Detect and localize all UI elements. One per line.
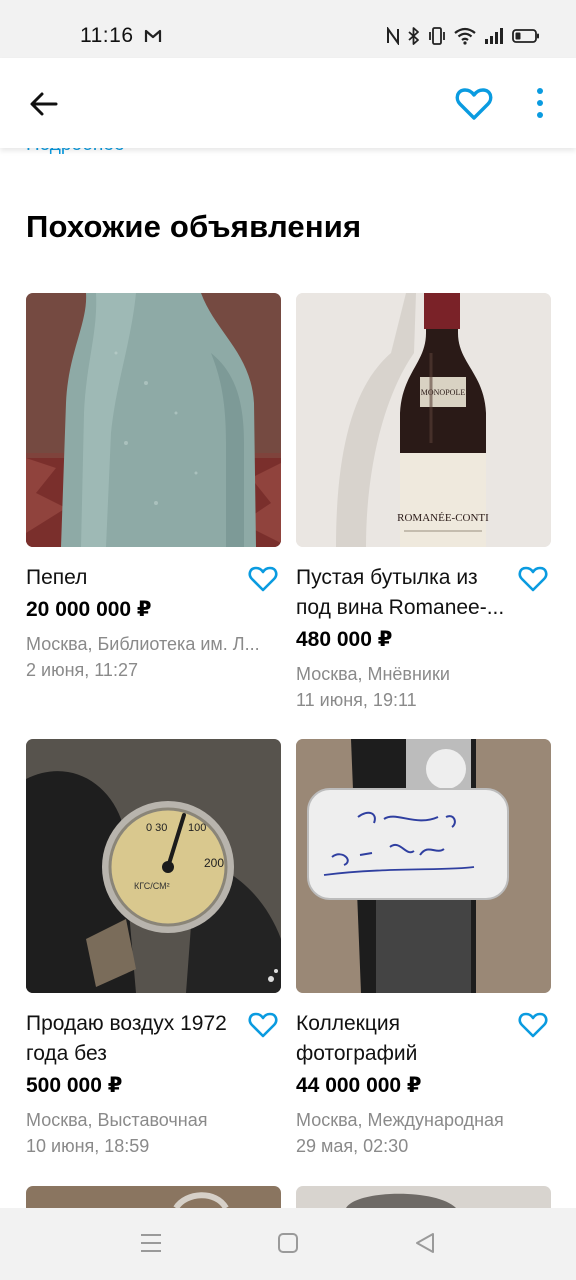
listing-price: 20 000 000 ₽	[26, 598, 152, 621]
listing-card[interactable]: Пепел 20 000 000 ₽ Москва, Библиотека им…	[26, 293, 281, 683]
listing-location: Москва, Международная	[296, 1110, 504, 1130]
listing-price: 44 000 000 ₽	[296, 1074, 422, 1097]
listing-card[interactable]	[296, 1186, 551, 1208]
listing-photo[interactable]	[296, 739, 551, 993]
nfc-icon	[387, 27, 399, 45]
listing-card[interactable]: Коллекция фотографий 44 000 000 ₽ Москва…	[296, 739, 551, 1159]
listing-photo[interactable]: ROMANÉE-CONTI MONOPOLE	[296, 293, 551, 547]
system-nav-bar	[0, 1208, 576, 1280]
more-vertical-icon[interactable]	[530, 86, 550, 120]
listing-photo[interactable]	[296, 1186, 551, 1208]
svg-text:MONOPOLE: MONOPOLE	[421, 388, 466, 397]
favorite-heart-icon[interactable]	[517, 1009, 549, 1041]
listing-date: 2 июня, 11:27	[26, 660, 138, 680]
status-time: 11:16	[80, 24, 134, 47]
favorite-heart-icon[interactable]	[247, 1009, 279, 1041]
autograph-photo-image	[296, 739, 551, 993]
listing-location: Москва, Мнёвники	[296, 664, 450, 684]
listing-photo[interactable]	[26, 293, 281, 547]
favorite-heart-icon[interactable]	[517, 563, 549, 595]
svg-text:200: 200	[204, 856, 224, 870]
svg-text:КГС/СМ²: КГС/СМ²	[134, 881, 170, 891]
listing-title[interactable]: Пустая бутылка из под вина Romanee-...	[296, 563, 511, 623]
listing-image	[296, 1186, 551, 1208]
app-bar	[0, 58, 576, 148]
favorite-heart-icon[interactable]	[454, 84, 494, 124]
section-title: Похожие объявления	[26, 209, 362, 244]
listing-date: 11 июня, 19:11	[296, 690, 417, 710]
listing-image	[26, 1186, 281, 1208]
listing-title[interactable]: Пепел	[26, 563, 241, 593]
menu-icon[interactable]	[140, 1232, 162, 1254]
svg-text:ROMANÉE-CONTI: ROMANÉE-CONTI	[397, 512, 489, 524]
back-arrow-icon[interactable]	[26, 86, 62, 122]
wine-bottle-image: ROMANÉE-CONTI MONOPOLE	[296, 293, 551, 547]
square-home-icon[interactable]	[277, 1232, 299, 1254]
bluetooth-icon	[408, 27, 419, 45]
listing-photo[interactable]: 0 30 100 200 КГС/СМ²	[26, 739, 281, 993]
listing-card[interactable]: ROMANÉE-CONTI MONOPOLE Пустая бутылка из…	[296, 293, 551, 713]
status-icons	[386, 26, 540, 46]
vibrate-icon	[429, 27, 445, 45]
listing-date: 10 июня, 18:59	[26, 1136, 150, 1156]
wifi-icon	[454, 27, 476, 45]
favorite-heart-icon[interactable]	[247, 563, 279, 595]
pressure-gauge-image: 0 30 100 200 КГС/СМ²	[26, 739, 281, 993]
triangle-back-icon[interactable]	[414, 1232, 436, 1254]
listing-location: Москва, Библиотека им. Л...	[26, 634, 260, 654]
listing-location: Москва, Выставочная	[26, 1110, 208, 1130]
listing-card[interactable]	[26, 1186, 281, 1208]
listing-price: 500 000 ₽	[26, 1074, 123, 1097]
listing-photo[interactable]	[26, 1186, 281, 1208]
status-bar: 11:16	[0, 0, 576, 58]
listing-card[interactable]: 0 30 100 200 КГС/СМ² Продаю воздух 1972 …	[26, 739, 281, 1159]
battery-icon	[512, 29, 539, 43]
gmail-icon	[144, 29, 162, 42]
ash-bottle-image	[26, 293, 281, 547]
signal-icon	[485, 28, 503, 44]
listing-price: 480 000 ₽	[296, 628, 393, 651]
svg-text:100: 100	[188, 822, 206, 834]
listing-title[interactable]: Коллекция фотографий	[296, 1009, 511, 1069]
listing-title[interactable]: Продаю воздух 1972 года без	[26, 1009, 241, 1069]
listing-date: 29 мая, 02:30	[296, 1136, 409, 1156]
svg-text:0 30: 0 30	[146, 822, 167, 834]
